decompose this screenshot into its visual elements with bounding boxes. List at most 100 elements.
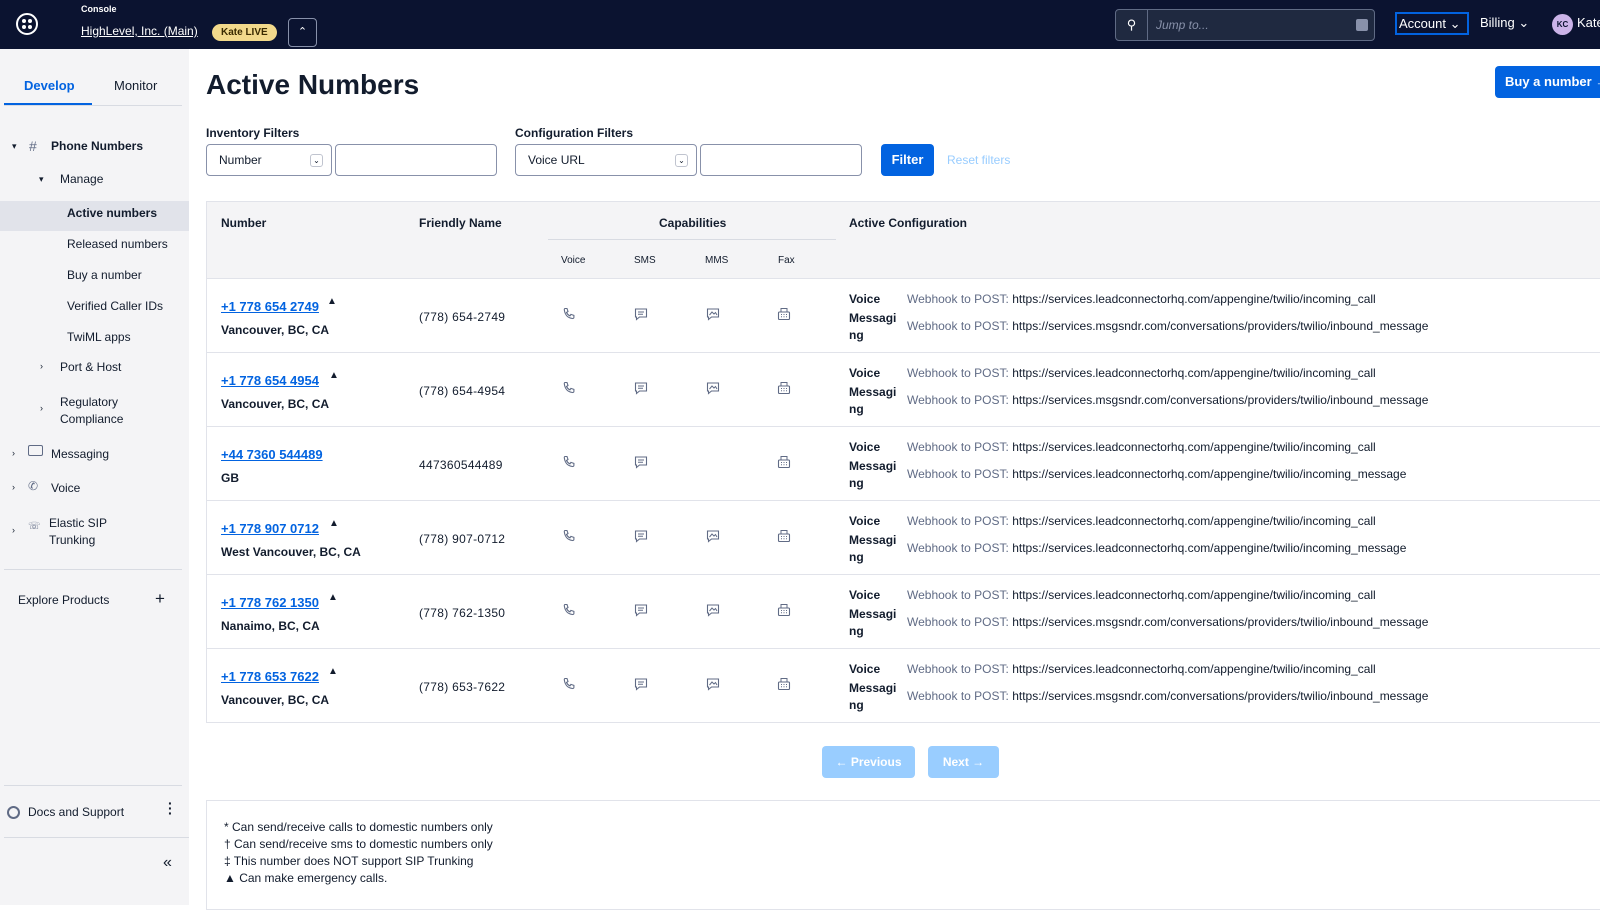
reset-filters-link[interactable]: Reset filters (947, 153, 1010, 167)
chevron-down-icon[interactable]: ▾ (12, 141, 17, 152)
webhook-prefix: Webhook to POST: (907, 393, 1009, 407)
phone-number-link[interactable]: +1 778 654 4954 (221, 373, 319, 388)
sidebar-item-regulatory-compliance[interactable]: Regulatory Compliance (60, 394, 170, 428)
tab-monitor[interactable]: Monitor (114, 78, 157, 93)
user-name[interactable]: Kate (1577, 15, 1600, 30)
account-name-link[interactable]: HighLevel, Inc. (Main) (81, 24, 198, 38)
friendly-name: (778) 762-1350 (419, 606, 506, 620)
jump-to-search[interactable]: ⚲ Jump to... (1115, 9, 1375, 41)
webhook-prefix: Webhook to POST: (907, 662, 1009, 676)
sidebar-item-voice[interactable]: Voice (51, 481, 80, 495)
sidebar-item-messaging[interactable]: Messaging (51, 447, 109, 461)
sidebar-item-verified-caller-ids[interactable]: Verified Caller IDs (67, 299, 163, 313)
emergency-triangle-icon: ▲ (327, 296, 337, 307)
more-vertical-icon[interactable]: · · · (168, 796, 173, 820)
collapse-sidebar-icon[interactable]: « (163, 854, 172, 872)
chevron-right-icon[interactable]: › (12, 448, 15, 458)
messaging-webhook-url: https://services.leadconnectorhq.com/app… (1012, 467, 1407, 481)
chevron-down-icon: ⌄ (1449, 16, 1461, 31)
messaging-webhook-url: https://services.msgsndr.com/conversatio… (1012, 615, 1429, 629)
sidebar-item-port-host[interactable]: Port & Host (60, 360, 121, 374)
footnote-domestic-calls: * Can send/receive calls to domestic num… (224, 820, 493, 834)
next-page-button[interactable]: Next → (928, 746, 999, 778)
webhook-prefix: Webhook to POST: (907, 366, 1009, 380)
webhook-prefix: Webhook to POST: (907, 615, 1009, 629)
webhook-prefix: Webhook to POST: (907, 319, 1009, 333)
config-messaging-label: Messaging (849, 385, 897, 416)
phone-number-link[interactable]: +1 778 654 2749 (221, 299, 319, 314)
sidebar-item-active-numbers[interactable]: Active numbers (67, 206, 157, 220)
sidebar-item-manage[interactable]: Manage (60, 172, 103, 186)
billing-menu[interactable]: Billing ⌄ (1480, 15, 1529, 31)
friendly-name: (778) 654-4954 (419, 384, 506, 398)
configuration-filters-label: Configuration Filters (515, 126, 633, 140)
emergency-triangle-icon: ▲ (328, 592, 338, 603)
phone-number-link[interactable]: +1 778 653 7622 (221, 669, 319, 684)
docs-support-link[interactable]: Docs and Support (28, 805, 124, 819)
sms-capability-icon (634, 307, 648, 321)
account-switcher-button[interactable]: ⌃ (288, 18, 317, 47)
voice-webhook: Webhook to POST: https://services.leadco… (907, 514, 1376, 528)
sidebar-item-twiml-apps[interactable]: TwiML apps (67, 330, 131, 344)
number-location: GB (221, 471, 239, 485)
phone-number-link[interactable]: +1 778 762 1350 (221, 595, 319, 610)
previous-page-button[interactable]: ← Previous (822, 746, 915, 778)
webhook-prefix: Webhook to POST: (907, 541, 1009, 555)
table-row: +1 778 654 2749 ▲ Vancouver, BC, CA (778) 6… (207, 279, 1600, 353)
avatar[interactable]: KC (1552, 14, 1573, 35)
plus-icon[interactable]: + (155, 589, 165, 609)
explore-products-link[interactable]: Explore Products (18, 593, 109, 607)
sms-capability-icon (634, 677, 648, 691)
config-select-value: Voice URL (528, 153, 585, 167)
config-voice-label: Voice (849, 662, 881, 676)
filter-button[interactable]: Filter (881, 144, 934, 176)
inventory-filter-select[interactable]: Number ⌄ (206, 144, 332, 176)
twilio-logo-icon[interactable] (16, 13, 38, 35)
chevron-down-icon: ⌄ (1518, 15, 1530, 30)
phone-number-link[interactable]: +44 7360 544489 (221, 447, 323, 462)
inventory-filter-input[interactable] (335, 144, 497, 176)
sidebar-item-elastic-sip-trunking[interactable]: Elastic SIP Trunking (49, 515, 149, 549)
sidebar-item-released-numbers[interactable]: Released numbers (67, 237, 168, 251)
inventory-select-value: Number (219, 153, 262, 167)
subheader-fax: Fax (778, 255, 795, 266)
top-bar: Console HighLevel, Inc. (Main) Kate LIVE… (0, 0, 1600, 49)
fax-capability-icon (777, 455, 791, 469)
sidebar-item-buy-number[interactable]: Buy a number (67, 268, 142, 282)
chevron-down-icon: ⌄ (675, 154, 688, 167)
buy-number-button[interactable]: Buy a number → (1495, 66, 1600, 98)
configuration-filter-input[interactable] (700, 144, 862, 176)
sms-capability-icon (634, 529, 648, 543)
voice-capability-icon (562, 529, 576, 543)
messaging-webhook-url: https://services.msgsndr.com/conversatio… (1012, 689, 1429, 703)
phone-number-link[interactable]: +1 778 907 0712 (221, 521, 319, 536)
fax-capability-icon (777, 603, 791, 617)
search-input[interactable]: Jump to... (1156, 18, 1209, 32)
chevron-right-icon[interactable]: › (12, 525, 15, 535)
emergency-triangle-icon: ▲ (329, 518, 339, 529)
buy-number-label: Buy a number (1505, 74, 1592, 89)
messaging-webhook: Webhook to POST: https://services.leadco… (907, 541, 1406, 555)
chevron-right-icon[interactable]: › (40, 403, 43, 413)
chevron-right-icon[interactable]: › (40, 361, 43, 371)
page-title: Active Numbers (206, 69, 420, 100)
mms-capability-icon (706, 381, 720, 395)
lifebuoy-icon (7, 806, 20, 819)
column-header-active-configuration: Active Configuration (849, 216, 968, 230)
voice-capability-icon (562, 677, 576, 691)
arrow-right-icon: → (1595, 74, 1600, 89)
table-row: +1 778 907 0712 ▲ West Vancouver, BC, CA (7… (207, 501, 1600, 575)
tab-develop[interactable]: Develop (24, 78, 75, 93)
chevron-down-icon[interactable]: ▾ (39, 174, 44, 185)
footnote-domestic-sms: † Can send/receive sms to domestic numbe… (224, 837, 493, 851)
sidebar-item-phone-numbers[interactable]: Phone Numbers (51, 139, 143, 153)
configuration-filter-select[interactable]: Voice URL ⌄ (515, 144, 697, 176)
chevron-right-icon[interactable]: › (12, 482, 15, 492)
fax-capability-icon (777, 307, 791, 321)
table-row: +1 778 762 1350 ▲ Nanaimo, BC, CA (778) 762… (207, 575, 1600, 649)
config-voice-label: Voice (849, 440, 881, 454)
voice-webhook: Webhook to POST: https://services.leadco… (907, 440, 1376, 454)
mms-capability-icon (706, 677, 720, 691)
account-menu[interactable]: Account ⌄ (1395, 12, 1469, 35)
number-location: Vancouver, BC, CA (221, 323, 330, 337)
